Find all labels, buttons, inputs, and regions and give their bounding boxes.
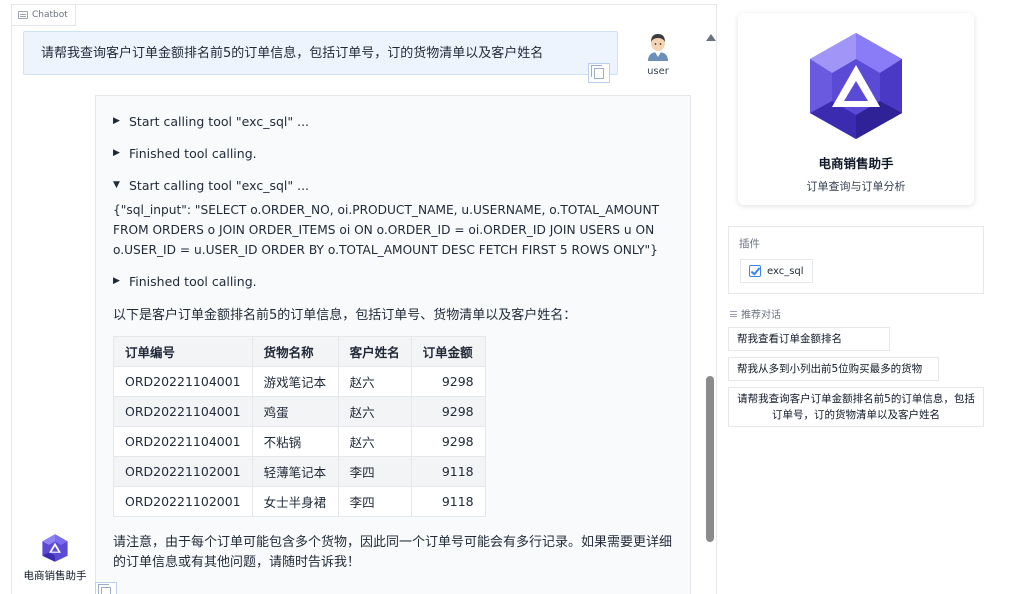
table-cell: 不粘锅: [251, 426, 339, 457]
copy-button[interactable]: [588, 63, 610, 83]
expand-arrow-icon: ▶: [113, 148, 120, 158]
tool-call-label: Start calling tool "exc_sql" ...: [129, 113, 310, 129]
table-cell: 9118: [410, 486, 486, 517]
suggestion-button[interactable]: 帮我从多到小列出前5位购买最多的货物: [728, 357, 939, 381]
suggestions-title: 推荐对话: [741, 310, 781, 321]
table-header-row: 订单编号 货物名称 客户姓名 订单金额: [113, 336, 486, 367]
table-cell: 9298: [410, 366, 486, 397]
collapse-arrow-icon: ▼: [113, 180, 120, 190]
table-cell: 鸡蛋: [251, 396, 339, 427]
suggestion-button[interactable]: 帮我查看订单金额排名: [728, 327, 890, 351]
suggestion-button[interactable]: 请帮我查询客户订单金额排名前5的订单信息，包括订单号，订的货物清单以及客户姓名: [728, 387, 984, 427]
copy-button[interactable]: [95, 582, 117, 594]
tool-call-label: Finished tool calling.: [129, 273, 257, 289]
table-cell: 9118: [410, 456, 486, 487]
table-cell: ORD20221104001: [113, 426, 253, 457]
tool-call-label: Start calling tool "exc_sql" ...: [129, 177, 310, 193]
column-header: 货物名称: [251, 336, 339, 367]
table-cell: 赵六: [337, 426, 412, 457]
tool-call-toggle[interactable]: ▶ Finished tool calling.: [113, 144, 674, 162]
tool-call-toggle[interactable]: ▶ Start calling tool "exc_sql" ...: [113, 112, 674, 130]
chat-icon: [18, 11, 28, 19]
user-name-label: user: [647, 66, 669, 77]
user-avatar: [648, 34, 668, 61]
column-header: 订单编号: [113, 336, 253, 367]
chat-scrollbar[interactable]: [703, 26, 716, 594]
table-row: ORD20221104001 游戏笔记本 赵六 9298: [113, 366, 486, 397]
tool-call-toggle[interactable]: ▼ Start calling tool "exc_sql" ...: [113, 176, 674, 194]
scroll-thumb[interactable]: [706, 376, 714, 542]
chatbot-tab: Chatbot: [12, 5, 76, 26]
sql-input-text: {"sql_input": "SELECT o.ORDER_NO, oi.PRO…: [113, 203, 660, 257]
table-cell: 赵六: [337, 396, 412, 427]
suggestions-header: 推荐对话: [730, 306, 781, 321]
table-cell: 李四: [337, 456, 412, 487]
column-header: 订单金额: [410, 336, 486, 367]
agent-logo-icon: [810, 33, 902, 139]
table-cell: ORD20221104001: [113, 366, 253, 397]
copy-icon: [98, 583, 111, 594]
bot-avatar-block: 电商销售助手: [22, 533, 88, 583]
table-cell: ORD20221102001: [113, 486, 253, 517]
chatbot-tab-label: Chatbot: [32, 10, 68, 20]
tool-call-label: Finished tool calling.: [129, 145, 257, 161]
expand-arrow-icon: ▶: [113, 116, 120, 126]
plugin-label: exc_sql: [767, 265, 804, 277]
chat-scroll-area[interactable]: 请帮我查询客户订单金额排名前5的订单信息，包括订单号，订的货物清单以及客户姓名 …: [12, 26, 702, 594]
table-cell: 9298: [410, 396, 486, 427]
table-cell: ORD20221104001: [113, 396, 253, 427]
table-cell: 女士半身裙: [251, 486, 339, 517]
table-cell: ORD20221102001: [113, 456, 253, 487]
agent-name: 电商销售助手: [818, 156, 894, 171]
user-message-bubble: 请帮我查询客户订单金额排名前5的订单信息，包括订单号，订的货物清单以及客户姓名: [23, 31, 618, 75]
table-cell: 游戏笔记本: [251, 366, 339, 397]
table-row: ORD20221102001 轻薄笔记本 李四 9118: [113, 456, 486, 487]
plugins-title: 插件: [739, 238, 760, 250]
bot-name-label: 电商销售助手: [23, 570, 87, 582]
bot-avatar-logo-icon: [42, 534, 68, 562]
chat-panel: Chatbot 请帮我查询客户订单金额排名前5的订单信息，包括订单号，订的货物清…: [11, 4, 717, 594]
orders-table: 订单编号 货物名称 客户姓名 订单金额 ORD20221104001 游戏笔记本…: [113, 336, 486, 517]
scroll-up-arrow-icon[interactable]: [706, 34, 716, 41]
result-intro-text: 以下是客户订单金额排名前5的订单信息，包括订单号、货物清单以及客户姓名：: [113, 308, 577, 323]
checkbox-checked-icon[interactable]: [749, 265, 761, 277]
plugins-panel: 插件 exc_sql: [728, 226, 984, 294]
table-cell: 赵六: [337, 366, 412, 397]
user-avatar-block: user: [638, 31, 678, 77]
tool-call-toggle[interactable]: ▶ Finished tool calling.: [113, 272, 674, 290]
expand-arrow-icon: ▶: [113, 276, 120, 286]
table-row: ORD20221104001 不粘锅 赵六 9298: [113, 426, 486, 457]
agent-info-card: 电商销售助手 订单查询与订单分析: [738, 13, 974, 205]
table-row: ORD20221102001 女士半身裙 李四 9118: [113, 486, 486, 517]
bot-message-bubble: ▶ Start calling tool "exc_sql" ... ▶ Fin…: [95, 95, 691, 594]
plugin-toggle-exc-sql[interactable]: exc_sql: [740, 259, 813, 283]
list-icon: [730, 310, 737, 317]
table-cell: 李四: [337, 486, 412, 517]
copy-icon: [591, 64, 604, 79]
column-header: 客户姓名: [337, 336, 412, 367]
table-cell: 9298: [410, 426, 486, 457]
agent-description: 订单查询与订单分析: [806, 180, 906, 193]
result-note-text: 请注意，由于每个订单可能包含多个货物，因此同一个订单号可能会有多行记录。如果需要…: [113, 535, 673, 570]
table-row: ORD20221104001 鸡蛋 赵六 9298: [113, 396, 486, 427]
table-cell: 轻薄笔记本: [251, 456, 339, 487]
